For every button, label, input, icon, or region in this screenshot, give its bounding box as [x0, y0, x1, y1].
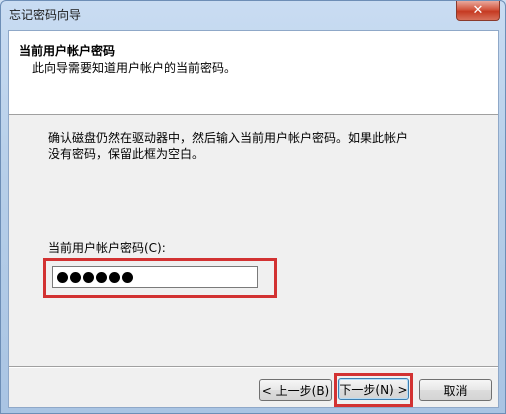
- close-icon: ✕: [472, 3, 484, 18]
- wizard-window: 忘记密码向导 ✕ 当前用户帐户密码 此向导需要知道用户帐户的当前密码。 确认磁盘…: [0, 0, 506, 414]
- header-subtitle: 此向导需要知道用户帐户的当前密码。: [32, 61, 237, 75]
- header-title: 当前用户帐户密码: [19, 44, 116, 58]
- next-button[interactable]: 下一步(N) >: [338, 378, 409, 400]
- password-mask-dot: [83, 271, 94, 283]
- instruction-line-1: 确认磁盘仍然在驱动器中，然后输入当前用户帐户密码。如果此帐户: [48, 131, 409, 145]
- back-button[interactable]: < 上一步(B): [259, 379, 332, 401]
- password-input[interactable]: [52, 266, 258, 288]
- password-mask-dot: [70, 271, 81, 283]
- password-mask-dot: [57, 271, 68, 283]
- password-mask-dot: [96, 271, 107, 283]
- instruction-line-2: 没有密码，保留此框为空白。: [48, 147, 205, 161]
- wizard-header: 当前用户帐户密码 此向导需要知道用户帐户的当前密码。: [9, 31, 498, 115]
- title-bar[interactable]: 忘记密码向导 ✕: [1, 1, 505, 29]
- wizard-client-area: 当前用户帐户密码 此向导需要知道用户帐户的当前密码。 确认磁盘仍然在驱动器中，然…: [8, 30, 499, 408]
- password-label: 当前用户帐户密码(C):: [48, 241, 166, 255]
- password-mask-dot: [109, 271, 120, 283]
- cancel-button[interactable]: 取消: [419, 379, 492, 401]
- window-title: 忘记密码向导: [9, 8, 82, 22]
- password-mask-dot: [122, 271, 133, 283]
- close-button[interactable]: ✕: [456, 1, 500, 21]
- footer-separator: [9, 366, 498, 368]
- instruction-text: 确认磁盘仍然在驱动器中，然后输入当前用户帐户密码。如果此帐户 没有密码，保留此框…: [48, 130, 468, 162]
